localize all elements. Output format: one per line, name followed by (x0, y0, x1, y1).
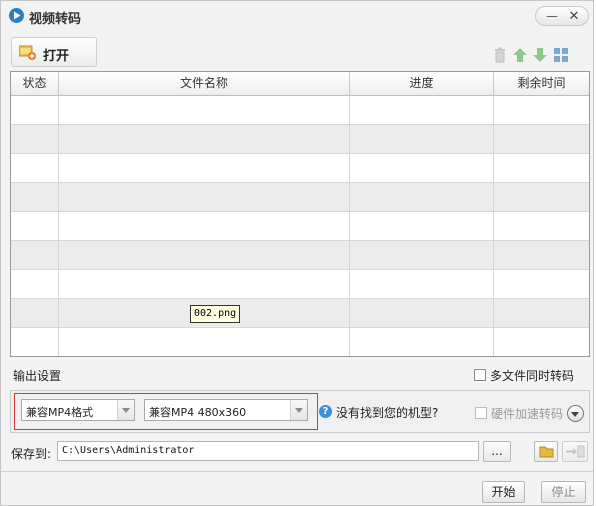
table-row[interactable] (11, 328, 589, 356)
grid-view-icon[interactable] (553, 47, 569, 63)
video-transcode-window: 视频转码 — ✕ 打开 状态 文件名称 进度 剩余时间 002.png 输出设置… (0, 0, 594, 506)
table-row[interactable] (11, 125, 589, 154)
column-header-progress[interactable]: 进度 (350, 72, 494, 96)
title-bar: 视频转码 — ✕ (1, 1, 593, 31)
start-button[interactable]: 开始 (482, 481, 525, 503)
output-settings-label: 输出设置 (13, 369, 62, 383)
table-row[interactable] (11, 299, 589, 328)
footer-divider (1, 471, 593, 472)
profile-select-value: 兼容MP4 480x360 (149, 406, 247, 419)
column-divider (493, 96, 494, 356)
table-row[interactable] (11, 183, 589, 212)
add-file-icon (19, 45, 36, 60)
column-divider (349, 96, 350, 356)
filename-tooltip: 002.png (190, 305, 241, 323)
stop-button[interactable]: 停止 (541, 481, 586, 503)
table-row[interactable] (11, 154, 589, 183)
table-row[interactable] (11, 96, 589, 125)
export-icon (566, 445, 585, 458)
column-header-filename[interactable]: 文件名称 (59, 72, 350, 96)
move-up-icon[interactable] (512, 47, 528, 63)
hardware-accel-checkbox[interactable] (475, 407, 487, 419)
window-title: 视频转码 (29, 12, 82, 27)
move-down-icon[interactable] (532, 47, 548, 63)
browse-button[interactable]: ... (483, 441, 511, 462)
save-to-label: 保存到: (11, 447, 52, 461)
profile-select[interactable]: 兼容MP4 480x360 (144, 399, 308, 421)
expand-options-button[interactable] (567, 405, 584, 422)
chevron-down-icon[interactable] (290, 400, 307, 420)
save-path-input[interactable]: C:\Users\Administrator (57, 441, 479, 461)
column-header-remaining-time[interactable]: 剩余时间 (494, 72, 589, 96)
minimize-button[interactable]: — (544, 10, 560, 23)
table-row[interactable] (11, 241, 589, 270)
column-header-status[interactable]: 状态 (11, 72, 59, 96)
help-icon[interactable]: ? (319, 405, 332, 418)
table-row[interactable] (11, 270, 589, 299)
column-divider (58, 96, 59, 356)
trash-icon[interactable] (492, 47, 508, 63)
open-button-label: 打开 (43, 49, 70, 64)
folder-icon (539, 446, 554, 458)
window-controls: — ✕ (535, 6, 589, 26)
format-select[interactable]: 兼容MP4格式 (21, 399, 135, 421)
open-folder-button[interactable] (534, 441, 558, 462)
export-button[interactable] (562, 441, 588, 462)
app-logo-icon (9, 8, 24, 23)
file-list-table[interactable]: 状态 文件名称 进度 剩余时间 (10, 71, 590, 357)
chevron-down-icon[interactable] (117, 400, 134, 420)
table-row[interactable] (11, 212, 589, 241)
open-button[interactable]: 打开 (11, 37, 97, 67)
multi-file-checkbox[interactable] (474, 369, 486, 381)
close-button[interactable]: ✕ (566, 10, 582, 24)
multi-file-label[interactable]: 多文件同时转码 (490, 367, 574, 384)
format-select-value: 兼容MP4格式 (26, 406, 94, 419)
table-header: 状态 文件名称 进度 剩余时间 (11, 72, 589, 96)
device-not-found-link[interactable]: 没有找到您的机型? (336, 404, 438, 421)
hardware-accel-label[interactable]: 硬件加速转码 (491, 405, 563, 422)
